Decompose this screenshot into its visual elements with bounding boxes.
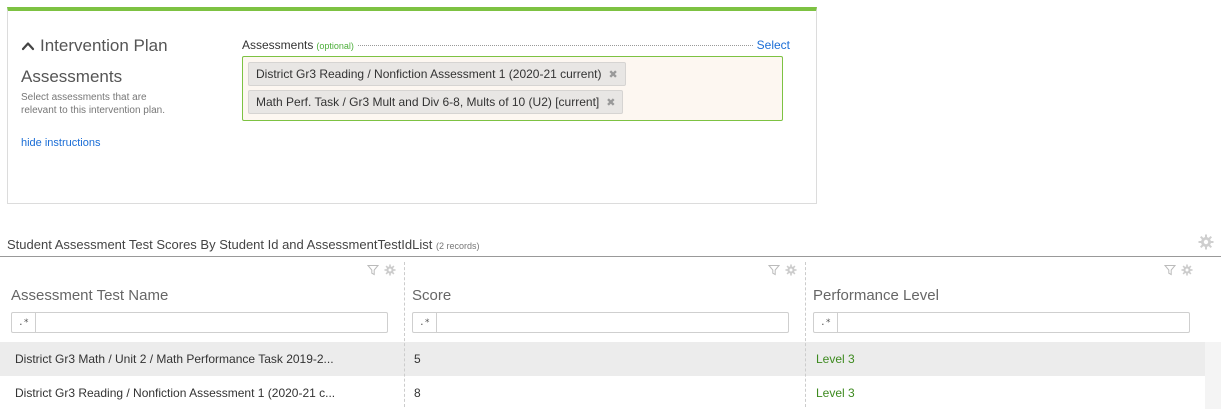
cell-assessment-test-name: District Gr3 Math / Unit 2 / Math Perfor… bbox=[15, 352, 334, 366]
gear-icon[interactable] bbox=[1198, 234, 1214, 250]
assessment-chip: District Gr3 Reading / Nonfiction Assess… bbox=[248, 62, 626, 86]
gear-icon[interactable] bbox=[384, 264, 396, 276]
cell-performance-level: Level 3 bbox=[816, 352, 855, 366]
cell-performance-level: Level 3 bbox=[816, 386, 855, 400]
column-filter-field[interactable]: .* bbox=[11, 312, 388, 333]
column-header-score: Score .* bbox=[408, 260, 803, 333]
column-header-performance-level: Performance Level .* bbox=[809, 260, 1199, 333]
column-filter-field[interactable]: .* bbox=[412, 312, 789, 333]
grid-title: Student Assessment Test Scores By Studen… bbox=[7, 237, 480, 252]
instructions-text: Select assessments that are relevant to … bbox=[21, 92, 165, 116]
panel-title: Intervention Plan bbox=[40, 36, 168, 55]
column-separator[interactable] bbox=[404, 262, 405, 407]
optional-label: (optional) bbox=[316, 41, 354, 51]
collapse-toggle[interactable]: Intervention Plan bbox=[21, 36, 221, 56]
column-filter-field[interactable]: .* bbox=[813, 312, 1190, 333]
hide-instructions-link[interactable]: hide instructions bbox=[21, 137, 101, 149]
regex-operator-button[interactable]: .* bbox=[12, 313, 36, 332]
filter-icon[interactable] bbox=[367, 264, 379, 276]
assessments-multiselect[interactable]: District Gr3 Reading / Nonfiction Assess… bbox=[242, 56, 783, 121]
column-name[interactable]: Performance Level bbox=[813, 287, 939, 304]
column-name[interactable]: Score bbox=[412, 287, 451, 304]
regex-operator-button[interactable]: .* bbox=[814, 313, 838, 332]
cell-score: 8 bbox=[414, 386, 421, 400]
grid-divider bbox=[0, 256, 1221, 257]
cell-assessment-test-name: District Gr3 Reading / Nonfiction Assess… bbox=[15, 386, 336, 400]
gear-icon[interactable] bbox=[785, 264, 797, 276]
assessment-chip: Math Perf. Task / Gr3 Mult and Div 6-8, … bbox=[248, 90, 624, 114]
table-row[interactable]: District Gr3 Math / Unit 2 / Math Perfor… bbox=[0, 342, 1221, 376]
remove-chip-icon[interactable]: ✖ bbox=[606, 96, 615, 109]
cell-score: 5 bbox=[414, 352, 421, 366]
intervention-plan-panel: Intervention Plan Assessments Select ass… bbox=[7, 7, 817, 204]
filter-icon[interactable] bbox=[768, 264, 780, 276]
assessments-header: Assessments (optional) Select bbox=[242, 38, 790, 52]
assessment-chip-label: Math Perf. Task / Gr3 Mult and Div 6-8, … bbox=[256, 95, 600, 109]
regex-operator-button[interactable]: .* bbox=[413, 313, 437, 332]
filter-input[interactable] bbox=[437, 313, 788, 332]
filter-icon[interactable] bbox=[1164, 264, 1176, 276]
assessments-label: Assessments bbox=[242, 38, 314, 52]
column-name[interactable]: Assessment Test Name bbox=[11, 287, 168, 304]
vertical-scrollbar[interactable] bbox=[1205, 342, 1221, 409]
column-separator[interactable] bbox=[805, 262, 806, 407]
column-header-assessment-test-name: Assessment Test Name .* bbox=[7, 260, 402, 333]
gear-icon[interactable] bbox=[1181, 264, 1193, 276]
panel-instructions: Intervention Plan Assessments Select ass… bbox=[21, 36, 221, 151]
dotted-leader bbox=[357, 45, 753, 46]
record-count: (2 records) bbox=[436, 241, 480, 251]
assessment-chip-label: District Gr3 Reading / Nonfiction Assess… bbox=[256, 67, 602, 81]
filter-input[interactable] bbox=[838, 313, 1189, 332]
remove-chip-icon[interactable]: ✖ bbox=[608, 68, 617, 81]
grid-title-text: Student Assessment Test Scores By Studen… bbox=[7, 237, 433, 252]
table-row[interactable]: District Gr3 Reading / Nonfiction Assess… bbox=[0, 376, 1221, 409]
panel-subtitle: Assessments bbox=[21, 67, 123, 86]
filter-input[interactable] bbox=[36, 313, 387, 332]
chevron-up-icon[interactable] bbox=[21, 39, 35, 53]
select-assessments-link[interactable]: Select bbox=[757, 38, 790, 52]
